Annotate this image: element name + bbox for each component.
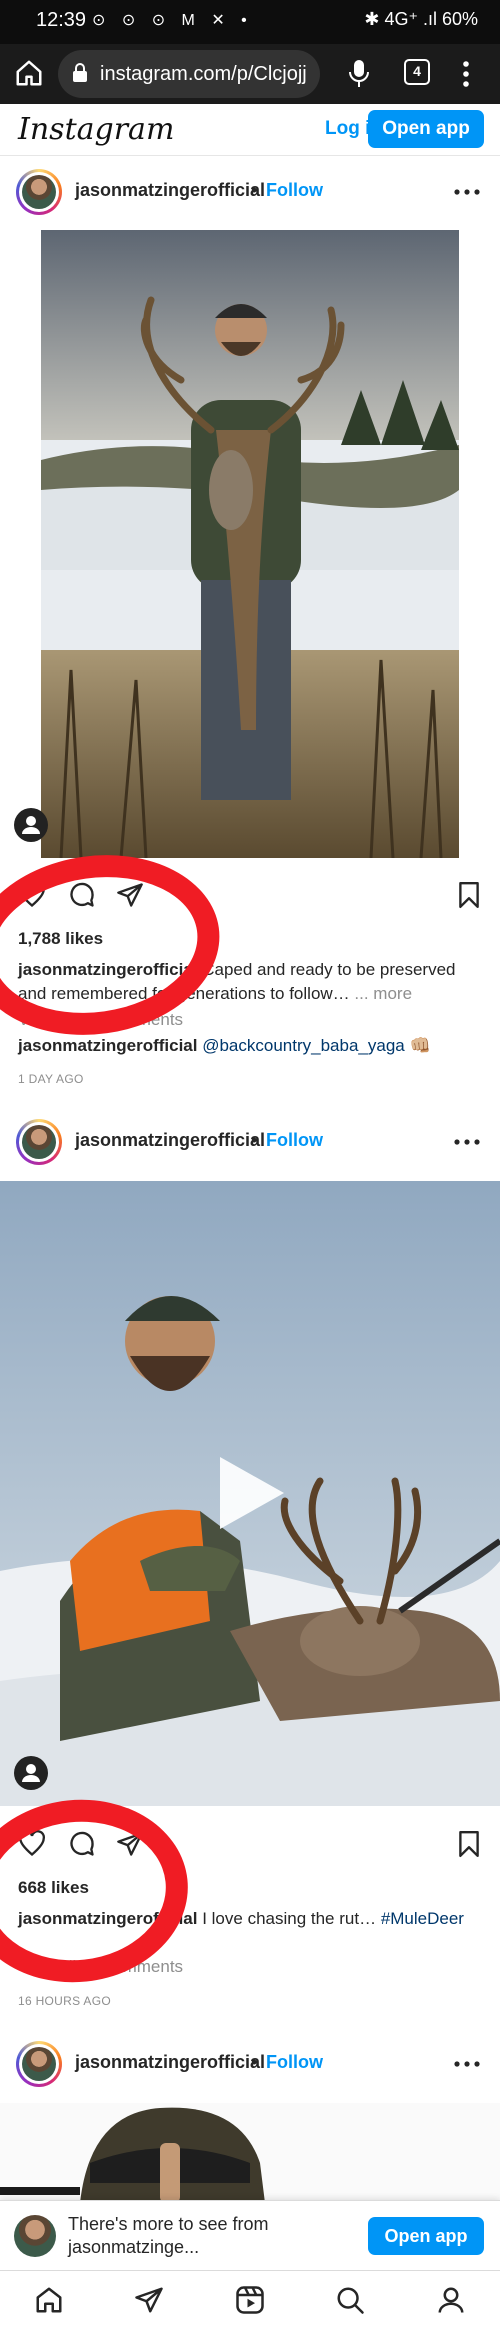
post-photo[interactable] [41, 230, 459, 858]
post-header: jasonmatzingerofficial • Follow [0, 163, 500, 223]
view-comments-link[interactable]: View all 21 comments [18, 1957, 183, 1977]
share-icon[interactable] [116, 881, 144, 909]
status-time: 12:39 [36, 9, 87, 31]
tagged-person-icon[interactable] [14, 1756, 48, 1790]
lock-icon [73, 63, 87, 82]
avatar[interactable] [16, 1119, 62, 1165]
post-caption: jasonmatzingerofficial I love chasing th… [18, 1907, 488, 1931]
banner-text: There's more to see from jasonmatzinge..… [68, 2214, 269, 2257]
comment-icon[interactable] [68, 1830, 96, 1858]
heart-icon[interactable] [18, 881, 46, 909]
comment-emoji: 👊🏼 [409, 1036, 431, 1055]
separator-dot: • [251, 180, 258, 200]
post-actions [0, 1824, 500, 1864]
share-icon[interactable] [116, 1830, 144, 1858]
post-username[interactable]: jasonmatzingerofficial [75, 180, 265, 201]
bookmark-icon[interactable] [456, 881, 482, 909]
separator-dot: • [251, 1130, 258, 1150]
hunter-with-deer-photo [41, 230, 459, 858]
follow-button[interactable]: Follow [266, 180, 323, 201]
open-app-button[interactable]: Open app [368, 110, 484, 148]
caption-username[interactable]: jasonmatzingerofficial [18, 960, 197, 979]
caption-text: I love chasing the rut… [197, 1909, 381, 1928]
play-icon[interactable] [216, 1453, 288, 1533]
caption-username[interactable]: jasonmatzingerofficial [18, 1909, 197, 1928]
home-icon[interactable] [14, 58, 44, 88]
tagged-person-icon[interactable] [14, 808, 48, 842]
follow-button[interactable]: Follow [266, 1130, 323, 1151]
avatar [14, 2215, 56, 2257]
post-username[interactable]: jasonmatzingerofficial [75, 2052, 265, 2073]
status-bar: 12:39 ⊙ ⊙ ⊙ M ✕ • ✱ 4G⁺ .ıl 60% [0, 0, 500, 44]
open-app-banner: There's more to see from jasonmatzinge..… [0, 2200, 500, 2270]
comment-username[interactable]: jasonmatzingerofficial [18, 1036, 197, 1055]
hunter-closeup-photo [0, 2103, 500, 2203]
separator-dot: • [251, 2052, 258, 2072]
address-bar[interactable]: instagram.com/p/Clcjojj [58, 50, 320, 98]
avatar[interactable] [16, 169, 62, 215]
bookmark-icon[interactable] [456, 1830, 482, 1858]
reels-icon[interactable] [235, 2285, 265, 2315]
more-horizontal-icon[interactable] [454, 2061, 480, 2067]
instagram-logo[interactable]: Instagram [18, 112, 174, 147]
comment-mention[interactable]: @backcountry_baba_yaga [202, 1036, 405, 1055]
follow-button[interactable]: Follow [266, 2052, 323, 2073]
instagram-header: Instagram Log in Open app [0, 104, 500, 156]
post-photo[interactable] [0, 2103, 500, 2203]
caption-hashtag[interactable]: #MuleDeer [381, 1909, 464, 1928]
more-horizontal-icon[interactable] [454, 189, 480, 195]
notification-icons: ⊙ ⊙ ⊙ M ✕ • [92, 12, 253, 29]
view-comments-link[interactable]: View all 35 comments [18, 1010, 183, 1030]
heart-icon[interactable] [18, 1830, 46, 1858]
likes-count[interactable]: 1,788 likes [18, 929, 103, 949]
more-horizontal-icon[interactable] [454, 1139, 480, 1145]
comment: jasonmatzingerofficial @backcountry_baba… [18, 1036, 431, 1056]
post-actions [0, 875, 500, 915]
post-timestamp: 16 HOURS AGO [18, 1994, 111, 2008]
post-timestamp: 1 DAY AGO [18, 1072, 84, 1086]
banner-open-app-button[interactable]: Open app [368, 2217, 484, 2255]
bottom-navigation [0, 2270, 500, 2325]
post-header: jasonmatzingerofficial • Follow [0, 2035, 500, 2095]
caption-more-link[interactable]: ... more [354, 984, 412, 1003]
browser-toolbar: instagram.com/p/Clcjojj 4 [0, 44, 500, 104]
send-icon[interactable] [134, 2285, 164, 2315]
post-header: jasonmatzingerofficial • Follow [0, 1113, 500, 1173]
status-right-icons: ✱ 4G⁺ .ıl 60% [364, 9, 478, 29]
post-caption: jasonmatzingerofficial Caped and ready t… [18, 958, 488, 1006]
post-username[interactable]: jasonmatzingerofficial [75, 1130, 265, 1151]
kebab-menu-icon[interactable] [458, 58, 474, 90]
avatar[interactable] [16, 2041, 62, 2087]
home-icon[interactable] [34, 2285, 64, 2315]
search-icon[interactable] [335, 2285, 365, 2315]
likes-count[interactable]: 668 likes [18, 1878, 89, 1898]
tab-switcher-button[interactable]: 4 [404, 59, 430, 85]
profile-icon[interactable] [436, 2285, 466, 2315]
comment-icon[interactable] [68, 881, 96, 909]
mic-icon[interactable] [346, 58, 372, 90]
url-text: instagram.com/p/Clcjojj [100, 63, 307, 85]
post-video[interactable] [0, 1181, 500, 1806]
